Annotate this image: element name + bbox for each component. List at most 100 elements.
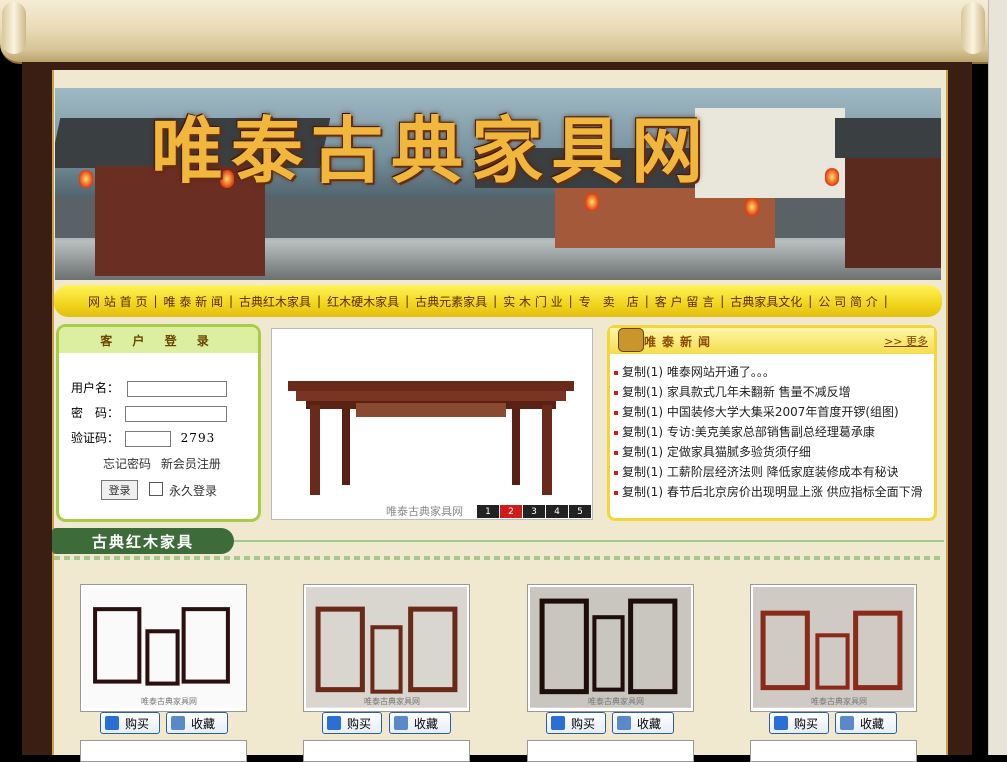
news-header: 唯泰新闻 >> 更多: [610, 328, 934, 354]
nav-item-home[interactable]: 网 站 首 页: [82, 293, 153, 310]
slide-page-2[interactable]: 2: [500, 505, 522, 518]
bullet-icon: [614, 430, 618, 435]
captcha-input[interactable]: [124, 431, 171, 447]
right-pavilion: [845, 158, 941, 268]
product-photo: [530, 587, 691, 708]
nav-item-culture[interactable]: 古典家具文化: [724, 293, 808, 310]
slide-page-5[interactable]: 5: [569, 505, 591, 518]
nav-item-hardwood[interactable]: 红木硬木家具: [321, 293, 405, 310]
register-link[interactable]: 新会员注册: [161, 457, 221, 471]
news-item[interactable]: 复制(1) 春节后北京房价出现明显上涨 供应指标全面下滑: [614, 482, 934, 502]
product-card[interactable]: [80, 740, 247, 762]
buy-button[interactable]: 购买: [546, 712, 606, 734]
lantern-icon: [825, 168, 839, 186]
news-item[interactable]: 复制(1) 中国装修大学大集采2007年首度开锣(组图): [614, 402, 934, 422]
bullet-icon: [614, 410, 618, 415]
product-card[interactable]: 唯泰古典家具网: [527, 584, 694, 712]
product-card[interactable]: 唯泰古典家具网: [80, 584, 247, 712]
nav-item-classic-elements[interactable]: 古典元素家具: [409, 293, 493, 310]
scroll-top-decoration: [0, 0, 1007, 64]
news-panel: 唯泰新闻 >> 更多 复制(1) 唯泰网站开通了。。。 复制(1) 家具款式几年…: [607, 325, 937, 521]
login-title: 客 户 登 录: [59, 327, 258, 353]
slideshow-watermark: 唯泰古典家具网: [386, 505, 463, 518]
buy-button[interactable]: 购买: [322, 712, 382, 734]
remember-checkbox[interactable]: [149, 482, 163, 496]
box-icon: [171, 716, 185, 730]
product-card[interactable]: 唯泰古典家具网: [750, 584, 917, 712]
lantern-icon: [745, 198, 759, 216]
favorite-button[interactable]: 收藏: [835, 712, 897, 734]
product-photo: [306, 587, 467, 708]
news-item[interactable]: 复制(1) 家具款式几年未翻新 售量不减反增: [614, 382, 934, 402]
news-more-link[interactable]: >> 更多: [884, 333, 928, 349]
nav-item-wood-doors[interactable]: 实 木 门 业: [497, 293, 568, 310]
username-input[interactable]: [126, 381, 227, 397]
slide-page-1[interactable]: 1: [477, 505, 499, 518]
favorite-button[interactable]: 收藏: [612, 712, 674, 734]
box-icon: [840, 716, 854, 730]
cart-icon: [551, 716, 565, 730]
username-label: 用户名：: [71, 381, 120, 395]
featured-slideshow[interactable]: 唯泰古典家具网 1 2 3 4 5: [271, 328, 593, 520]
main-nav: 网 站 首 页 | 唯 泰 新 闻 | 古典红木家具 | 红木硬木家具 | 古典元素家具…: [54, 285, 942, 317]
vertical-scrollbar[interactable]: [988, 0, 1007, 755]
buy-button[interactable]: 购买: [100, 712, 160, 734]
news-item[interactable]: 复制(1) 工薪阶层经济法则 降低家庭装修成本有秘诀: [614, 462, 934, 482]
buy-button[interactable]: 购买: [769, 712, 829, 734]
product-card[interactable]: [750, 740, 917, 762]
cart-icon: [105, 716, 119, 730]
product-photo: [83, 587, 244, 708]
site-title: 唯泰古典家具网: [151, 108, 712, 193]
login-links: 忘记密码 新会员注册: [103, 455, 221, 472]
nav-item-news[interactable]: 唯 泰 新 闻: [158, 293, 229, 310]
bullet-icon: [614, 370, 618, 375]
product-card[interactable]: [303, 740, 470, 762]
product-watermark: 唯泰古典家具网: [141, 697, 197, 706]
bullet-icon: [614, 450, 618, 455]
product-card[interactable]: [527, 740, 694, 762]
bullet-icon: [614, 470, 618, 475]
box-icon: [617, 716, 631, 730]
news-item[interactable]: 复制(1) 唯泰网站开通了。。。: [614, 362, 934, 382]
captcha-image: 2793: [180, 431, 216, 445]
nav-item-guestbook[interactable]: 客 户 留 言: [649, 293, 720, 310]
lantern-icon: [79, 170, 93, 188]
news-item[interactable]: 复制(1) 专访:美克美家总部销售副总经理葛承康: [614, 422, 934, 442]
product-watermark: 唯泰古典家具网: [364, 697, 420, 706]
password-label: 密 码：: [71, 406, 120, 420]
slideshow-pager: 1 2 3 4 5: [476, 505, 591, 518]
nav-item-store[interactable]: 专 卖 店: [573, 293, 645, 310]
nav-separator: |: [883, 294, 888, 308]
product-card[interactable]: 唯泰古典家具网: [303, 584, 470, 712]
slide-page-3[interactable]: 3: [523, 505, 545, 518]
treasure-chest-icon: [618, 328, 644, 352]
news-item[interactable]: 复制(1) 定做家具猫腻多验货须仔细: [614, 442, 934, 462]
product-watermark: 唯泰古典家具网: [588, 697, 644, 706]
section-divider-dotted: [54, 556, 942, 560]
right-roof: [835, 118, 941, 158]
favorite-button[interactable]: 收藏: [166, 712, 228, 734]
section-divider: [234, 540, 944, 542]
bullet-icon: [614, 490, 618, 495]
bullet-icon: [614, 390, 618, 395]
nav-item-about[interactable]: 公 司 简 介: [812, 293, 883, 310]
password-input[interactable]: [124, 406, 227, 422]
news-list: 复制(1) 唯泰网站开通了。。。 复制(1) 家具款式几年未翻新 售量不减反增 …: [610, 354, 934, 502]
login-panel: 客 户 登 录 用户名： 密 码： 验证码： 2793 忘记密码 新会员注册 登…: [56, 324, 261, 522]
header-banner: 唯泰古典家具网: [55, 88, 941, 280]
username-row: 用户名：: [71, 379, 227, 397]
product-watermark: 唯泰古典家具网: [811, 697, 867, 706]
table-photo: [288, 381, 574, 495]
forgot-password-link[interactable]: 忘记密码: [103, 457, 151, 471]
slide-page-4[interactable]: 4: [546, 505, 568, 518]
password-row: 密 码：: [71, 404, 227, 422]
login-button[interactable]: 登录: [101, 480, 138, 500]
remember-label: 永久登录: [169, 484, 218, 498]
favorite-button[interactable]: 收藏: [389, 712, 451, 734]
cart-icon: [327, 716, 341, 730]
box-icon: [394, 716, 408, 730]
captcha-row: 验证码： 2793: [71, 429, 215, 447]
product-photo: [753, 587, 914, 708]
section-title: 古典红木家具: [52, 528, 234, 554]
nav-item-classic-mahogany[interactable]: 古典红木家具: [233, 293, 317, 310]
